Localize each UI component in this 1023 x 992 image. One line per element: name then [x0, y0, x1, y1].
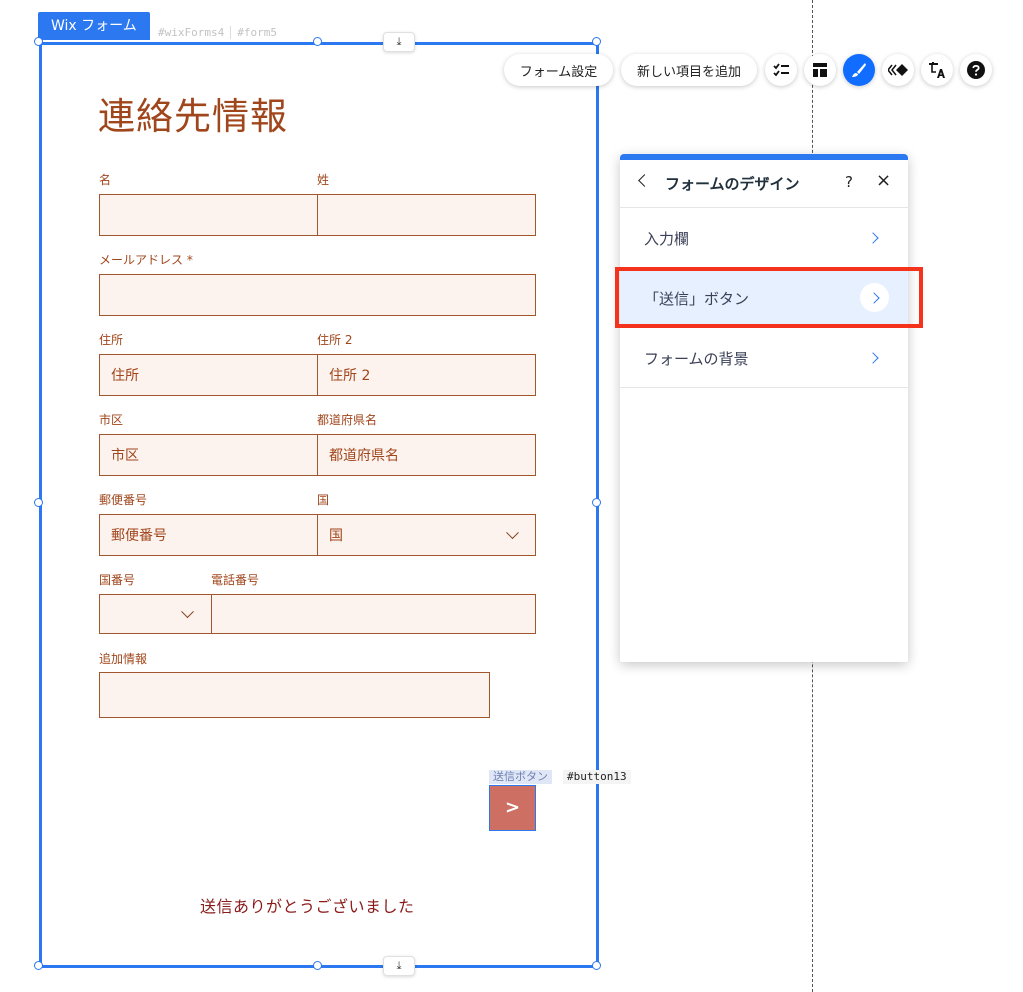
last-name-field[interactable]	[317, 194, 536, 236]
city-field[interactable]: 市区	[99, 434, 318, 476]
panel-item-label: 入力欄	[644, 230, 690, 248]
thanks-message: 送信ありがとうございました	[200, 897, 415, 916]
prefecture-field[interactable]: 都道府県名	[317, 434, 536, 476]
resize-handle-bottom-right[interactable]	[592, 961, 601, 970]
notes-label: 追加情報	[99, 652, 148, 666]
widget-type-tag[interactable]: Wix フォーム	[38, 12, 150, 40]
submit-button[interactable]: >	[489, 785, 536, 831]
address2-field[interactable]: 住所 2	[317, 354, 536, 396]
last-name-label: 姓	[317, 173, 330, 187]
translate-icon[interactable]	[921, 54, 953, 86]
country-select[interactable]: 国	[317, 514, 536, 556]
form-settings-button[interactable]: フォーム設定	[504, 54, 613, 86]
panel-item-input-fields[interactable]: 入力欄	[620, 208, 908, 268]
stretch-bottom-icon[interactable]: ⤓	[383, 956, 415, 976]
stretch-top-icon[interactable]: ⤓	[383, 32, 415, 52]
country-code-select[interactable]	[99, 594, 212, 634]
email-field[interactable]	[99, 274, 536, 316]
form-design-panel: フォームのデザイン ? × 入力欄 「送信」ボタン フォームの背景	[620, 154, 908, 662]
resize-handle-bottom-left[interactable]	[34, 961, 43, 970]
submit-button-tag: 送信ボタン	[489, 770, 552, 784]
resize-handle-top-right[interactable]	[592, 37, 601, 46]
country-select-value: 国	[329, 528, 343, 544]
address2-label: 住所 2	[317, 333, 353, 347]
animation-icon-glyph	[888, 64, 908, 76]
email-label: メールアドレス *	[99, 253, 193, 267]
postal-field[interactable]: 郵便番号	[99, 514, 318, 556]
resize-handle-top-left[interactable]	[34, 37, 43, 46]
country-code-label: 国番号	[99, 573, 136, 587]
element-id-tags: #wixForms4 #form5	[158, 26, 277, 39]
first-name-label: 名	[99, 173, 112, 187]
fields-list-icon[interactable]	[765, 54, 797, 86]
address-label: 住所	[99, 333, 124, 347]
chevron-down-icon	[181, 605, 194, 619]
address-field[interactable]: 住所	[99, 354, 318, 396]
design-brush-icon-glyph	[852, 63, 866, 77]
back-arrow-icon[interactable]	[638, 174, 651, 187]
layout-icon[interactable]	[804, 54, 836, 86]
notes-field[interactable]	[99, 672, 490, 718]
panel-item-form-background[interactable]: フォームの背景	[620, 328, 908, 388]
form-id-tag: #wixForms4	[158, 26, 225, 39]
panel-help-button[interactable]: ?	[845, 173, 853, 191]
fields-list-icon-glyph	[773, 63, 789, 77]
add-item-button[interactable]: 新しい項目を追加	[621, 54, 757, 86]
animation-icon[interactable]	[882, 54, 914, 86]
phone-field[interactable]	[211, 594, 536, 634]
panel-item-label: フォームの背景	[644, 350, 749, 368]
layout-icon-glyph	[813, 63, 827, 77]
chevron-down-icon	[506, 526, 519, 540]
panel-header: フォームのデザイン ? ×	[620, 160, 908, 208]
phone-label: 電話番号	[211, 573, 260, 587]
help-icon[interactable]	[960, 54, 992, 86]
design-brush-icon[interactable]	[843, 54, 875, 86]
panel-close-button[interactable]: ×	[876, 170, 891, 191]
highlight-box	[615, 267, 923, 328]
translate-icon-glyph	[929, 62, 945, 78]
panel-title: フォームのデザイン	[665, 175, 800, 193]
resize-handle-right[interactable]	[592, 498, 601, 507]
resize-handle-bottom[interactable]	[313, 961, 322, 970]
postal-label: 郵便番号	[99, 493, 148, 507]
country-label: 国	[317, 493, 330, 507]
city-label: 市区	[99, 413, 124, 427]
prefecture-label: 都道府県名	[317, 413, 378, 427]
form-id-tag-2: #form5	[230, 26, 277, 39]
chevron-right-icon	[867, 352, 879, 364]
first-name-field[interactable]	[99, 194, 318, 236]
resize-handle-left[interactable]	[34, 498, 43, 507]
form-title: 連絡先情報	[98, 95, 288, 138]
help-icon-glyph	[967, 61, 985, 79]
submit-button-id: #button13	[563, 770, 631, 784]
chevron-right-icon	[867, 232, 879, 244]
resize-handle-top[interactable]	[313, 37, 322, 46]
